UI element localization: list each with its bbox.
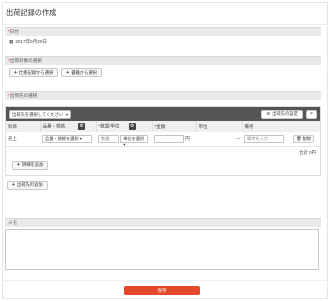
col-unit: 単位: [196, 121, 243, 132]
date-row[interactable]: ▦ 2017年9月20日: [5, 36, 321, 48]
plus-icon: +: [14, 69, 17, 76]
line-items-table: 科目 品番・規格 ⚙ *数量/単位 ⚙ *金額 単位 備考 売上 品番・規格を選…: [6, 121, 320, 147]
save-button[interactable]: 保存: [124, 286, 200, 295]
table-header-row: 科目 品番・規格 ⚙ *数量/単位 ⚙ *金額 単位 備考: [6, 121, 320, 132]
destination-select[interactable]: 出荷先を選択してください ▾: [9, 109, 71, 119]
memo-textarea[interactable]: [5, 229, 319, 270]
price-input[interactable]: [154, 134, 184, 143]
quantity-input[interactable]: 数量: [98, 134, 119, 143]
gear-icon: ⚙: [266, 111, 271, 116]
chevron-down-icon: ▾: [65, 111, 68, 117]
gear-icon[interactable]: ⚙: [78, 123, 86, 130]
title-divider: [2, 24, 328, 25]
table-row: 売上 品番・規格を選択 ▾ 数量 単位を選択 ▾ 円 --- 備考を入力 🗑 削…: [6, 132, 320, 147]
total-row: 合計 0円: [299, 149, 316, 155]
calendar-icon: ▦: [9, 39, 14, 44]
date-section: *日付 ▦ 2017年9月20日: [5, 27, 321, 48]
page-title: 出荷記録の作成: [6, 8, 57, 17]
select-from-book-button[interactable]: + 書籍から選択: [61, 68, 102, 77]
memo-section-header: メモ: [5, 218, 321, 227]
price-unit: 円: [185, 135, 190, 141]
add-line-item-button[interactable]: + 明細を追加: [12, 160, 49, 170]
trash-icon: 🗑: [296, 135, 302, 141]
destination-settings-button[interactable]: ⚙ 出荷先の設定: [261, 109, 303, 119]
col-price: *金額: [152, 121, 197, 132]
subject-cell: 売上: [6, 132, 40, 147]
gear-icon[interactable]: ⚙: [128, 123, 136, 130]
unit-select[interactable]: 単位を選択 ▾: [120, 134, 149, 147]
footer-divider: [2, 280, 328, 281]
memo-section: メモ: [5, 218, 321, 270]
target-buttons: + 仕掛記録から選択 + 書籍から選択: [5, 65, 321, 80]
total-value: 0円: [309, 149, 316, 155]
date-value[interactable]: 2017年9月20日: [15, 39, 47, 45]
col-subject: 科目: [6, 121, 41, 132]
close-destination-button[interactable]: ×: [306, 109, 317, 119]
plus-icon: +: [17, 162, 20, 168]
destination-card: 出荷先を選択してください ▾ ⚙ 出荷先の設定 × 科目 品番・規格 ⚙ *数量…: [5, 106, 321, 176]
target-section: *出荷対象の選択 + 仕掛記録から選択 + 書籍から選択: [5, 56, 321, 80]
price-cell: 円: [152, 132, 196, 147]
col-product: 品番・規格 ⚙: [40, 121, 97, 132]
plus-icon: +: [12, 182, 15, 188]
unit-cell: ---: [196, 132, 242, 147]
product-select[interactable]: 品番・規格を選択 ▾: [42, 134, 92, 143]
col-quantity: *数量/単位 ⚙: [96, 121, 153, 132]
add-destination-button[interactable]: + 出荷先の追加: [7, 180, 48, 190]
select-from-work-record-button[interactable]: + 仕掛記録から選択: [9, 68, 59, 77]
quantity-cell: 数量 単位を選択 ▾: [96, 132, 152, 147]
target-section-header: *出荷対象の選択: [5, 56, 321, 65]
destination-toolbar: 出荷先を選択してください ▾ ⚙ 出荷先の設定 ×: [6, 107, 320, 121]
plus-icon: +: [66, 69, 70, 76]
product-cell: 品番・規格を選択 ▾: [40, 132, 96, 147]
delete-row-button[interactable]: 🗑 削除: [293, 134, 314, 143]
destination-section: *出荷先の選択 出荷先を選択してください ▾ ⚙ 出荷先の設定 × 科目 品番・…: [5, 91, 321, 195]
date-section-header: *日付: [5, 27, 321, 36]
note-input[interactable]: 備考を入力: [244, 134, 284, 143]
note-cell: 備考を入力 🗑 削除: [242, 132, 320, 147]
col-note: 備考: [242, 121, 320, 132]
destination-section-header: *出荷先の選択: [5, 91, 321, 100]
